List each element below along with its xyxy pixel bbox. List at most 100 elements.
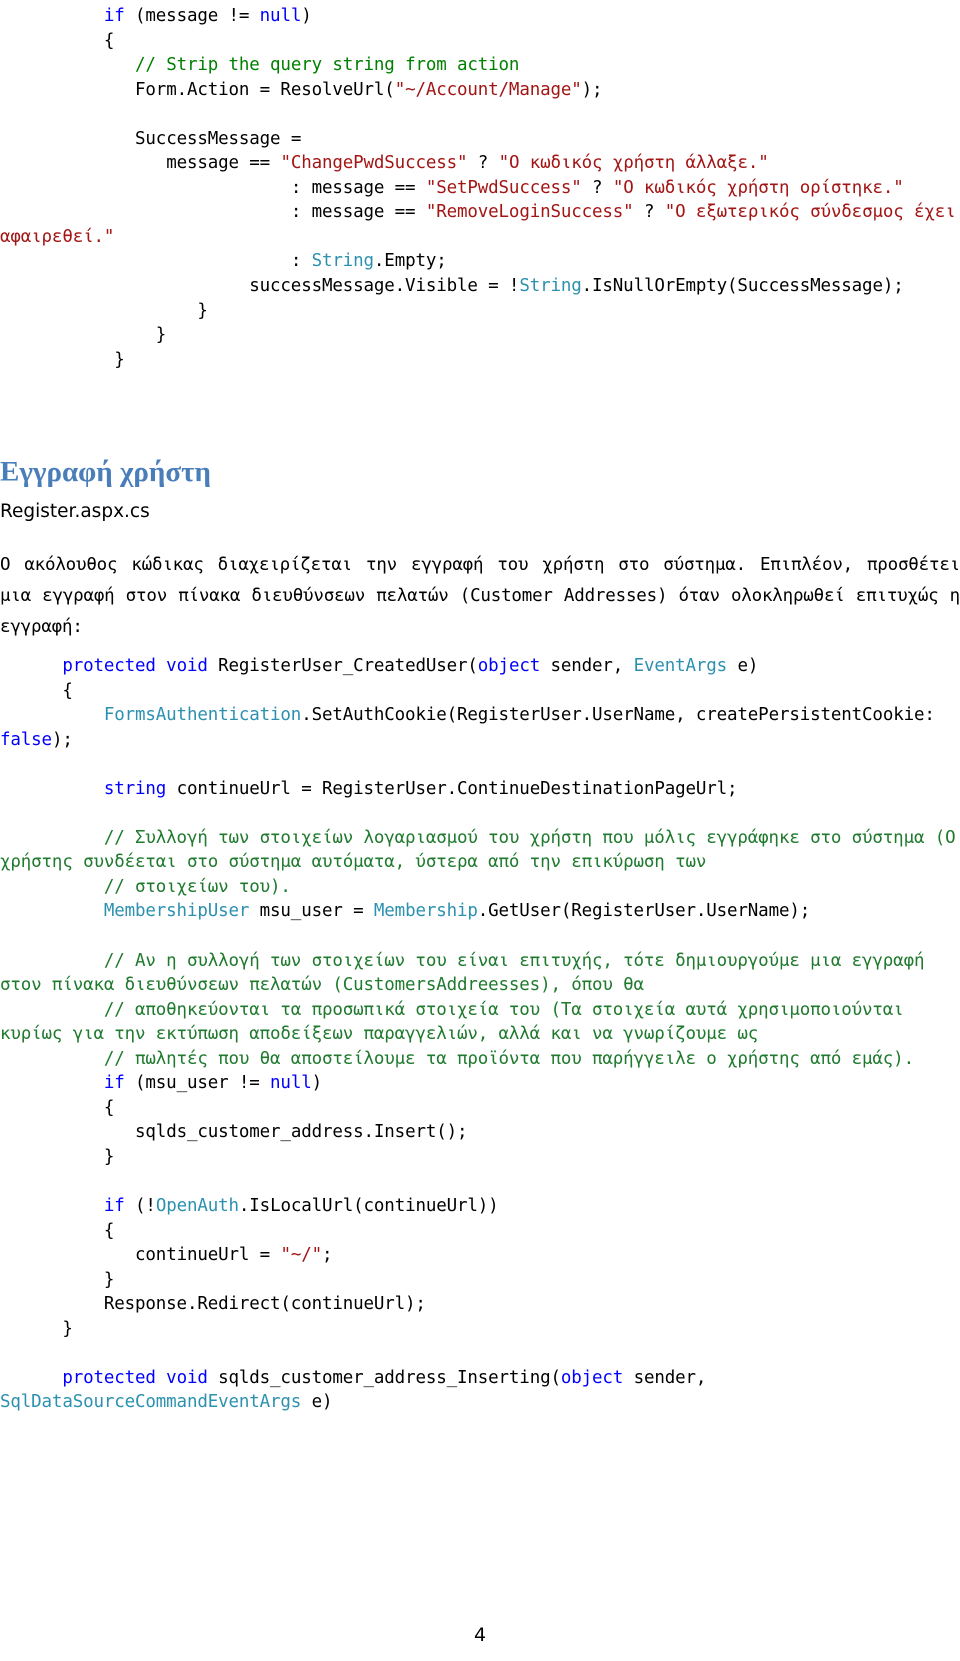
body-paragraph: Ο ακόλουθος κώδικας διαχειρίζεται την εγ… bbox=[0, 555, 960, 637]
code-token: ? bbox=[581, 177, 613, 198]
code-line: } bbox=[0, 1268, 960, 1293]
code-line: Form.Action = ResolveUrl("~/Account/Mana… bbox=[0, 78, 960, 103]
code-line: } bbox=[0, 348, 960, 373]
code-block-main: protected void RegisterUser_CreatedUser(… bbox=[0, 654, 960, 1415]
code-line: Response.Redirect(continueUrl); bbox=[0, 1292, 960, 1317]
code-token: .GetUser(RegisterUser.UserName); bbox=[477, 901, 811, 922]
code-token: null bbox=[270, 1073, 312, 1094]
code-token: if bbox=[103, 1196, 125, 1217]
code-token: .SetAuthCookie(RegisterUser.UserName, cr… bbox=[301, 705, 946, 726]
code-token: } bbox=[103, 1269, 115, 1290]
code-token: null bbox=[259, 6, 302, 26]
code-token: "SetPwdSuccess" bbox=[425, 177, 582, 198]
code-token: FormsAuthentication bbox=[103, 705, 302, 726]
code-token: { bbox=[62, 680, 73, 701]
code-line: protected void RegisterUser_CreatedUser(… bbox=[0, 654, 960, 679]
code-token: successMessage.Visible = ! bbox=[249, 276, 520, 297]
code-line: // Συλλογή των στοιχείων λογαριασμού του… bbox=[0, 826, 960, 875]
code-token: Form.Action = ResolveUrl( bbox=[135, 79, 395, 100]
code-token: { bbox=[103, 1220, 115, 1241]
section-heading-block: Εγγραφή χρήστη bbox=[0, 455, 960, 489]
code-token: (msu_user != bbox=[124, 1073, 271, 1094]
source-file-name: Register.aspx.cs bbox=[0, 501, 150, 522]
code-token: protected void bbox=[62, 656, 208, 676]
code-token: : bbox=[290, 251, 312, 272]
code-line: FormsAuthentication.SetAuthCookie(Regist… bbox=[0, 703, 960, 752]
code-token: ; bbox=[321, 1245, 333, 1266]
code-line: MembershipUser msu_user = Membership.Get… bbox=[0, 899, 960, 924]
code-line: string continueUrl = RegisterUser.Contin… bbox=[0, 777, 960, 802]
code-line: { bbox=[0, 29, 960, 54]
code-line: // πωλητές που θα αποστείλουμε τα προϊόν… bbox=[0, 1047, 960, 1072]
code-token: ); bbox=[51, 729, 73, 750]
code-line: // Αν η συλλογή των στοιχείων του είναι … bbox=[0, 949, 960, 998]
code-token: e) bbox=[727, 656, 759, 676]
code-line: continueUrl = "~/"; bbox=[0, 1243, 960, 1268]
code-line: // αποθηκεύονται τα προσωπικά στοιχεία τ… bbox=[0, 998, 960, 1047]
code-line: } bbox=[0, 323, 960, 348]
code-token: .IsNullOrEmpty(SuccessMessage); bbox=[581, 276, 904, 297]
code-line: { bbox=[0, 679, 960, 704]
code-token: "Ο κωδικός χρήστη ορίστηκε." bbox=[612, 177, 904, 198]
code-token: // Αν η συλλογή των στοιχείων του είναι … bbox=[0, 950, 935, 996]
code-token: ); bbox=[581, 79, 603, 100]
code-token: .Empty; bbox=[373, 251, 447, 272]
code-line: } bbox=[0, 1145, 960, 1170]
page-number: 4 bbox=[473, 1624, 487, 1646]
code-token: sender, bbox=[540, 656, 634, 676]
code-lines-top: if (message != null) { // Strip the quer… bbox=[0, 4, 960, 372]
code-token: (message bbox=[124, 6, 229, 26]
code-token: MembershipUser bbox=[103, 901, 250, 922]
code-token: : message == bbox=[290, 202, 426, 223]
code-token: } bbox=[114, 349, 125, 370]
code-token: e) bbox=[301, 1392, 333, 1413]
code-token: // αποθηκεύονται τα προσωπικά στοιχεία τ… bbox=[0, 999, 914, 1045]
code-token: "Ο κωδικός χρήστη άλλαξε." bbox=[498, 153, 769, 174]
code-token: false bbox=[0, 729, 52, 750]
code-token: object bbox=[477, 656, 541, 676]
code-token: sqlds_customer_address_Inserting( bbox=[207, 1367, 561, 1388]
code-token: ? bbox=[633, 202, 665, 223]
code-token: // πωλητές που θα αποστείλουμε τα προϊόν… bbox=[103, 1048, 914, 1069]
code-token: "~/" bbox=[280, 1245, 322, 1266]
code-token: if bbox=[103, 1073, 125, 1094]
code-token: ? bbox=[467, 153, 499, 174]
code-token: != bbox=[228, 6, 250, 26]
code-line: : message == "SetPwdSuccess" ? "Ο κωδικό… bbox=[0, 176, 960, 201]
code-token: continueUrl = bbox=[135, 1245, 281, 1266]
code-token: SuccessMessage = bbox=[135, 128, 302, 149]
code-token: { bbox=[103, 30, 115, 51]
code-line: } bbox=[0, 1317, 960, 1342]
code-token: sqlds_customer_address.Insert(); bbox=[135, 1122, 468, 1143]
code-token: object bbox=[560, 1367, 624, 1388]
code-line: : message == "RemoveLoginSuccess" ? "Ο ε… bbox=[0, 200, 960, 249]
code-line: { bbox=[0, 1096, 960, 1121]
code-line: SuccessMessage = bbox=[0, 127, 960, 152]
